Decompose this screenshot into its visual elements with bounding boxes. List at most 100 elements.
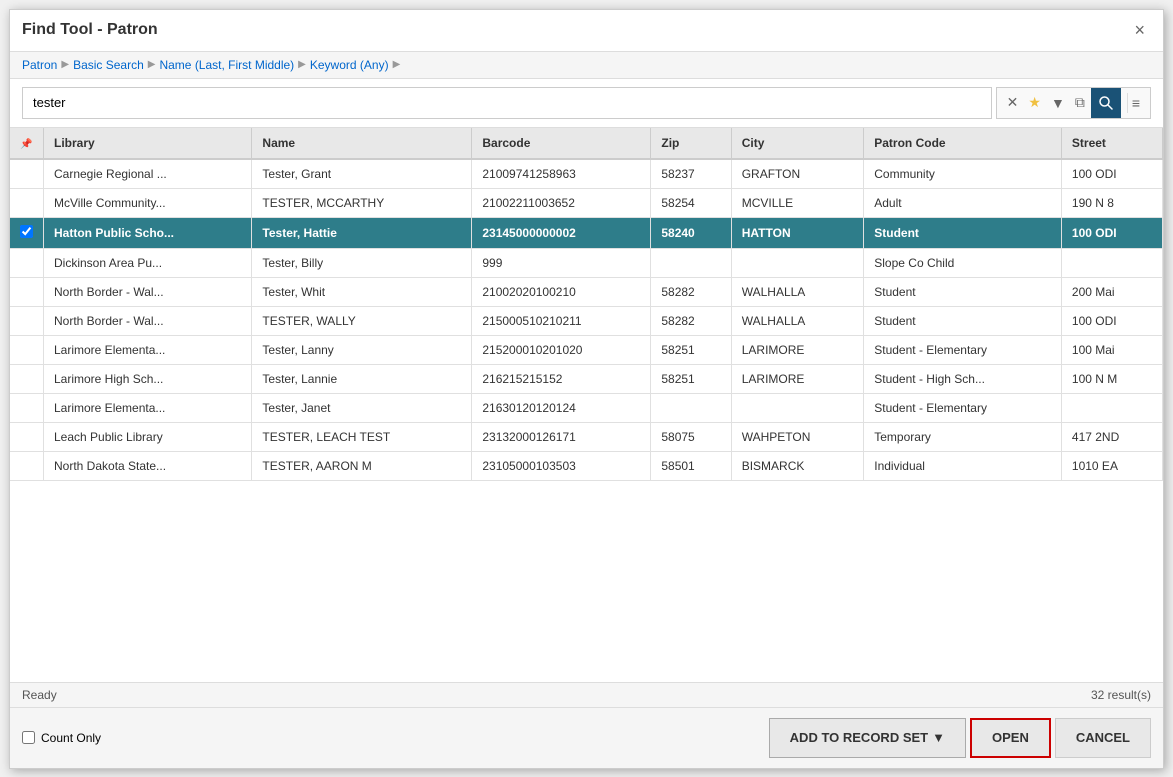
results-table-container[interactable]: 📌 Library Name Barcode Zip City Patron C… xyxy=(10,128,1163,682)
row-library: Larimore Elementa... xyxy=(44,335,252,364)
action-buttons: ADD TO RECORD SET ▼ OPEN CANCEL xyxy=(769,718,1151,758)
row-library: Leach Public Library xyxy=(44,422,252,451)
pin-icon: 📌 xyxy=(20,139,32,150)
breadcrumb-sep-1: ▶ xyxy=(61,59,69,70)
row-street: 100 ODI xyxy=(1061,217,1162,248)
results-table: 📌 Library Name Barcode Zip City Patron C… xyxy=(10,128,1163,481)
table-row[interactable]: Larimore High Sch...Tester, Lannie216215… xyxy=(10,364,1163,393)
col-city[interactable]: City xyxy=(731,128,864,159)
search-button[interactable] xyxy=(1091,88,1121,118)
table-row[interactable]: Leach Public LibraryTESTER, LEACH TEST23… xyxy=(10,422,1163,451)
row-street: 100 Mai xyxy=(1061,335,1162,364)
row-name: Tester, Janet xyxy=(252,393,472,422)
cancel-button[interactable]: CANCEL xyxy=(1055,718,1151,758)
row-city: WALHALLA xyxy=(731,306,864,335)
count-only-group: Count Only xyxy=(22,731,101,745)
breadcrumb-sep-2: ▶ xyxy=(148,59,156,70)
row-patron_code: Student xyxy=(864,277,1062,306)
row-patron_code: Adult xyxy=(864,188,1062,217)
row-checkbox-cell xyxy=(10,335,44,364)
row-zip: 58240 xyxy=(651,217,731,248)
breadcrumb-sep-4: ▶ xyxy=(393,59,401,70)
row-street xyxy=(1061,248,1162,277)
row-checkbox-cell xyxy=(10,364,44,393)
row-barcode: 23145000000002 xyxy=(472,217,651,248)
search-input[interactable] xyxy=(22,87,992,119)
row-barcode: 216215215152 xyxy=(472,364,651,393)
row-library: North Border - Wal... xyxy=(44,306,252,335)
breadcrumb-name[interactable]: Name (Last, First Middle) xyxy=(159,58,294,72)
row-zip: 58501 xyxy=(651,451,731,480)
row-city xyxy=(731,393,864,422)
breadcrumb-keyword[interactable]: Keyword (Any) xyxy=(310,58,389,72)
row-barcode: 999 xyxy=(472,248,651,277)
row-name: TESTER, MCCARTHY xyxy=(252,188,472,217)
row-street: 190 N 8 xyxy=(1061,188,1162,217)
row-zip: 58254 xyxy=(651,188,731,217)
open-button[interactable]: OPEN xyxy=(970,718,1051,758)
row-library: North Dakota State... xyxy=(44,451,252,480)
row-city: GRAFTON xyxy=(731,159,864,189)
row-barcode: 215200010201020 xyxy=(472,335,651,364)
row-barcode: 21009741258963 xyxy=(472,159,651,189)
search-icon xyxy=(1099,96,1113,110)
col-patron-code[interactable]: Patron Code xyxy=(864,128,1062,159)
col-barcode[interactable]: Barcode xyxy=(472,128,651,159)
row-street: 100 N M xyxy=(1061,364,1162,393)
status-bar: Ready 32 result(s) xyxy=(10,682,1163,707)
row-patron_code: Student xyxy=(864,217,1062,248)
row-checkbox[interactable] xyxy=(20,225,33,238)
row-library: Larimore High Sch... xyxy=(44,364,252,393)
count-only-checkbox[interactable] xyxy=(22,731,35,744)
col-pin: 📌 xyxy=(10,128,44,159)
add-to-record-set-button[interactable]: ADD TO RECORD SET ▼ xyxy=(769,718,966,758)
row-zip: 58282 xyxy=(651,277,731,306)
col-library[interactable]: Library xyxy=(44,128,252,159)
row-checkbox-cell xyxy=(10,188,44,217)
row-street xyxy=(1061,393,1162,422)
row-city: BISMARCK xyxy=(731,451,864,480)
favorite-button[interactable]: ★ xyxy=(1024,92,1045,113)
filter-button[interactable]: ▼ xyxy=(1047,93,1069,113)
breadcrumb-patron[interactable]: Patron xyxy=(22,58,57,72)
table-row[interactable]: Dickinson Area Pu...Tester, Billy999Slop… xyxy=(10,248,1163,277)
clear-button[interactable]: ✕ xyxy=(1003,92,1023,113)
row-city xyxy=(731,248,864,277)
row-zip: 58251 xyxy=(651,364,731,393)
table-row[interactable]: Hatton Public Scho...Tester, Hattie23145… xyxy=(10,217,1163,248)
breadcrumb-basic-search[interactable]: Basic Search xyxy=(73,58,144,72)
search-icons-group: ✕ ★ ▼ ⧉ ≡ xyxy=(996,87,1151,119)
row-name: TESTER, AARON M xyxy=(252,451,472,480)
col-name[interactable]: Name xyxy=(252,128,472,159)
close-button[interactable]: × xyxy=(1128,18,1151,43)
bottom-bar: Count Only ADD TO RECORD SET ▼ OPEN CANC… xyxy=(10,707,1163,768)
row-patron_code: Individual xyxy=(864,451,1062,480)
row-barcode: 23105000103503 xyxy=(472,451,651,480)
row-name: Tester, Whit xyxy=(252,277,472,306)
table-row[interactable]: North Border - Wal...TESTER, WALLY215000… xyxy=(10,306,1163,335)
menu-button[interactable]: ≡ xyxy=(1127,93,1144,113)
breadcrumb: Patron ▶ Basic Search ▶ Name (Last, Firs… xyxy=(10,52,1163,79)
table-row[interactable]: North Dakota State...TESTER, AARON M2310… xyxy=(10,451,1163,480)
row-name: TESTER, LEACH TEST xyxy=(252,422,472,451)
table-row[interactable]: Larimore Elementa...Tester, Lanny2152000… xyxy=(10,335,1163,364)
row-city: HATTON xyxy=(731,217,864,248)
row-barcode: 21002020100210 xyxy=(472,277,651,306)
dialog-title: Find Tool - Patron xyxy=(22,21,158,39)
copy-button[interactable]: ⧉ xyxy=(1071,92,1089,113)
table-row[interactable]: North Border - Wal...Tester, Whit2100202… xyxy=(10,277,1163,306)
add-record-set-label: ADD TO RECORD SET xyxy=(790,730,928,745)
row-checkbox-cell xyxy=(10,159,44,189)
col-street[interactable]: Street xyxy=(1061,128,1162,159)
table-row[interactable]: Carnegie Regional ...Tester, Grant210097… xyxy=(10,159,1163,189)
col-zip[interactable]: Zip xyxy=(651,128,731,159)
row-patron_code: Student - High Sch... xyxy=(864,364,1062,393)
table-row[interactable]: Larimore Elementa...Tester, Janet2163012… xyxy=(10,393,1163,422)
row-street: 200 Mai xyxy=(1061,277,1162,306)
title-bar: Find Tool - Patron × xyxy=(10,10,1163,52)
row-name: Tester, Billy xyxy=(252,248,472,277)
row-name: TESTER, WALLY xyxy=(252,306,472,335)
table-row[interactable]: McVille Community...TESTER, MCCARTHY2100… xyxy=(10,188,1163,217)
row-patron_code: Student - Elementary xyxy=(864,335,1062,364)
search-bar: ✕ ★ ▼ ⧉ ≡ xyxy=(10,79,1163,128)
